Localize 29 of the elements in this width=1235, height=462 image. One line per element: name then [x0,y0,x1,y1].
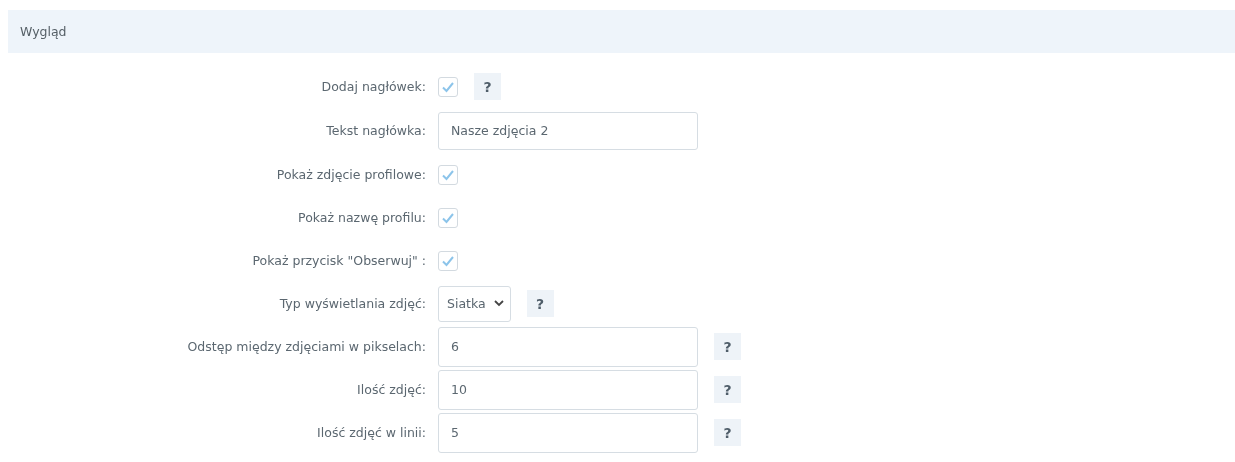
checkbox[interactable] [438,164,458,185]
help-button[interactable]: ? [474,73,501,100]
number-field[interactable]: 5 [438,412,698,453]
field-label: Ilość zdjęć: [356,382,426,397]
field-label: Dodaj nagłówek: [320,79,426,94]
field-label: Pokaż zdjęcie profilowe: [275,167,426,182]
check-icon [441,168,455,181]
chevron-down-icon [493,300,504,307]
help-button[interactable]: ? [714,419,741,446]
checkbox[interactable] [438,76,458,97]
checkbox[interactable] [438,250,458,271]
section-title: Wygląd [20,24,67,39]
number-field[interactable]: 10 [438,369,698,410]
text-field[interactable]: Nasze zdjęcia 2 [438,111,698,150]
help-button[interactable]: ? [526,290,554,317]
field-label: Typ wyświetlania zdjęć: [278,296,426,311]
field-label: Pokaż nazwę profilu: [297,210,426,225]
check-icon [441,211,455,224]
dropdown[interactable]: Siatka [438,285,511,322]
field-label: Odstęp między zdjęciami w pikselach: [186,339,426,354]
field-label: Pokaż przycisk "Obserwuj" : [251,253,426,268]
field-label: Ilość zdjęć w linii: [316,425,426,440]
field-label: Tekst nagłówka: [325,123,426,138]
check-icon [441,254,455,267]
checkbox[interactable] [438,207,458,228]
help-button[interactable]: ? [714,376,741,403]
help-button[interactable]: ? [714,333,741,360]
check-icon [441,80,455,93]
number-field[interactable]: 6 [438,326,698,367]
